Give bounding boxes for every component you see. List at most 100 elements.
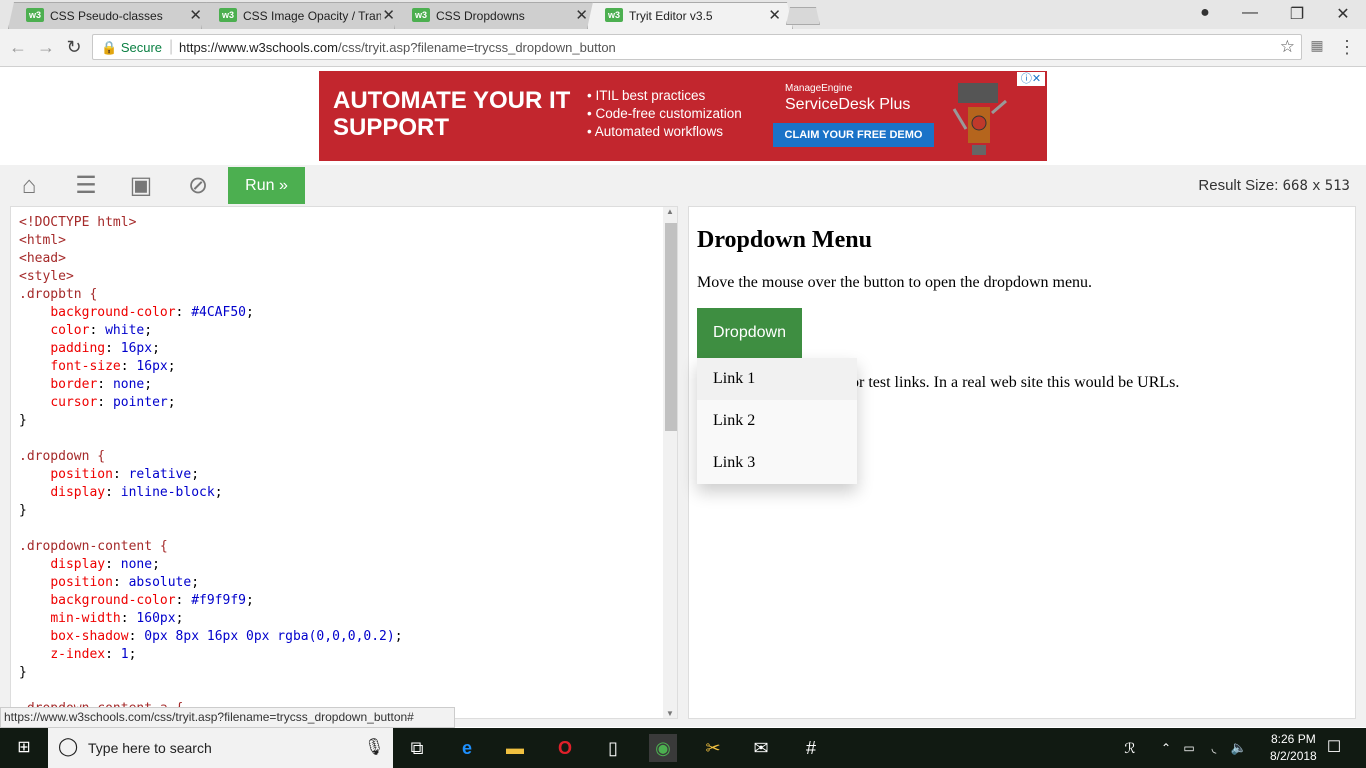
ad-cta-button[interactable]: CLAIM YOUR FREE DEMO <box>773 123 934 147</box>
code-line: <html> <box>19 233 66 248</box>
secure-badge[interactable]: 🔒 Secure <box>101 40 162 56</box>
code-text[interactable]: <!DOCTYPE html> <html> <head> <style> .dropb… <box>19 214 403 718</box>
w3schools-favicon-icon: w3 <box>26 8 44 22</box>
taskbar-search-box[interactable]: ◯ Type here to search 🎙 <box>48 728 393 768</box>
opera-browser-icon[interactable]: O <box>551 734 579 762</box>
mail-icon[interactable]: ✉ <box>747 734 775 762</box>
notepad-icon[interactable]: ▯ <box>599 734 627 762</box>
w3schools-favicon-icon: w3 <box>605 8 623 22</box>
result-pane: Dropdown Menu Move the mouse over the bu… <box>688 206 1356 719</box>
panels-area: <!DOCTYPE html> <html> <head> <style> .dropb… <box>0 205 1366 727</box>
code-line: padding: 16px; <box>50 341 160 356</box>
code-line: <!DOCTYPE html> <box>19 215 137 230</box>
code-editor[interactable]: <!DOCTYPE html> <html> <head> <style> .dropb… <box>10 206 678 719</box>
w3schools-favicon-icon: w3 <box>219 8 237 22</box>
new-tab-button[interactable] <box>786 7 820 25</box>
tab-title: CSS Dropdowns <box>436 9 525 23</box>
code-line: .dropdown { <box>19 449 106 464</box>
minimize-icon[interactable]: — <box>1240 4 1260 22</box>
omnibox[interactable]: 🔒 Secure | https://www.w3schools.com/css… <box>92 34 1302 60</box>
dropdown-link-1[interactable]: Link 1 <box>697 358 857 400</box>
address-bar: ← → ↻ 🔒 Secure | https://www.w3schools.c… <box>0 29 1366 67</box>
tools-app-icon[interactable]: ✂ <box>699 734 727 762</box>
profile-icon[interactable]: ● <box>1195 4 1215 22</box>
tab-strip: w3 CSS Pseudo-classes ✕ w3 CSS Image Opa… <box>0 0 1366 29</box>
w3schools-favicon-icon: w3 <box>412 8 430 22</box>
taskbar-clock[interactable]: 8:26 PM 8/2/2018 <box>1270 731 1317 765</box>
rotate-layout-icon[interactable]: ⊘ <box>183 171 213 201</box>
edge-browser-icon[interactable]: e <box>453 734 481 762</box>
menu-icon[interactable]: ☰ <box>71 171 101 201</box>
bookmark-star-icon[interactable]: ☆ <box>1280 37 1295 57</box>
code-line: border: none; <box>50 377 153 392</box>
dropdown-link-2[interactable]: Link 2 <box>697 400 857 442</box>
result-intro: Move the mouse over the button to open t… <box>697 274 1093 291</box>
tab-title: Tryit Editor v3.5 <box>629 9 713 23</box>
maximize-icon[interactable]: ❐ <box>1287 4 1307 24</box>
code-line: background-color: #4CAF50; <box>50 305 254 320</box>
result-size: Result Size: 668 x 513 <box>1198 177 1350 194</box>
forward-icon[interactable]: → <box>35 37 57 58</box>
tab-css-dropdowns[interactable]: w3 CSS Dropdowns ✕ <box>394 2 600 29</box>
wifi-icon[interactable]: ◟ <box>1200 734 1228 762</box>
tab-tryit-editor[interactable]: w3 Tryit Editor v3.5 ✕ <box>587 2 793 29</box>
editor-scrollbar[interactable]: ▲ ▼ <box>663 207 677 718</box>
tab-css-pseudo-classes[interactable]: w3 CSS Pseudo-classes ✕ <box>8 2 214 29</box>
windows-start-icon[interactable]: ⊞ <box>10 734 38 762</box>
code-line: <style> <box>19 269 74 284</box>
slack-icon[interactable]: # <box>797 734 825 762</box>
dropdown-button[interactable]: Dropdown <box>697 308 802 358</box>
scroll-up-icon[interactable]: ▲ <box>666 207 674 216</box>
microphone-icon[interactable]: 🎙 <box>364 737 384 757</box>
code-line: <head> <box>19 251 66 266</box>
home-icon[interactable]: ⌂ <box>14 171 44 201</box>
code-line: background-color: #f9f9f9; <box>50 593 254 608</box>
ad-headline: AUTOMATE YOUR IT SUPPORT <box>333 87 571 141</box>
code-line: box-shadow: 0px 8px 16px 0px rgba(0,0,0,… <box>50 629 403 644</box>
back-icon[interactable]: ← <box>7 37 29 58</box>
tab-css-image-opacity[interactable]: w3 CSS Image Opacity / Tran ✕ <box>201 2 407 29</box>
code-line: .dropdown-content { <box>19 539 168 554</box>
search-placeholder: Type here to search <box>88 740 212 756</box>
menu-dots-icon[interactable]: ⋮ <box>1336 37 1358 58</box>
code-line: display: none; <box>50 557 160 572</box>
robot-illustration-icon <box>952 83 1007 155</box>
code-line: position: relative; <box>50 467 200 482</box>
ad-bullets: • ITIL best practices • Code-free custom… <box>587 88 742 139</box>
task-view-icon[interactable]: ⧉ <box>403 734 431 762</box>
result-note: or test links. In a real web site this w… <box>851 374 1180 391</box>
people-icon[interactable]: ℛ <box>1116 734 1144 762</box>
dropdown-link-3[interactable]: Link 3 <box>697 442 857 484</box>
save-icon[interactable]: ▣ <box>126 171 156 201</box>
close-window-icon[interactable]: ✕ <box>1333 4 1353 24</box>
file-explorer-icon[interactable]: ▬ <box>501 734 529 762</box>
editor-scroll-thumb[interactable] <box>665 223 677 431</box>
chrome-browser-icon[interactable]: ◉ <box>649 734 677 762</box>
code-line: cursor: pointer; <box>50 395 176 410</box>
lock-icon: 🔒 <box>101 40 118 55</box>
status-bar-url: https://www.w3schools.com/css/tryit.asp?… <box>0 707 455 728</box>
reload-icon[interactable]: ↻ <box>63 37 85 58</box>
url-text[interactable]: https://www.w3schools.com/css/tryit.asp?… <box>179 40 616 55</box>
volume-icon[interactable]: 🔈 <box>1225 734 1253 762</box>
extension-icon[interactable]: ▦ <box>1306 37 1328 54</box>
code-line: } <box>19 665 27 680</box>
code-line: } <box>19 413 27 428</box>
cortana-circle-icon: ◯ <box>58 736 79 756</box>
ad-brand: ManageEngine <box>785 83 853 94</box>
run-button[interactable]: Run » <box>228 167 305 204</box>
code-line: color: white; <box>50 323 153 338</box>
ad-close-icon[interactable]: ⓘ✕ <box>1017 72 1045 86</box>
result-heading: Dropdown Menu <box>697 227 872 253</box>
code-line: display: inline-block; <box>50 485 223 500</box>
tryit-toolbar: ⌂ ☰ ▣ ⊘ Run » Result Size: 668 x 513 <box>0 165 1366 205</box>
code-line: .dropbtn { <box>19 287 98 302</box>
advertisement-banner[interactable]: AUTOMATE YOUR IT SUPPORT • ITIL best pra… <box>319 71 1047 161</box>
close-tab-icon[interactable]: ✕ <box>768 6 781 24</box>
action-center-icon[interactable]: ☐ <box>1320 734 1348 762</box>
battery-icon[interactable]: ▭ <box>1175 734 1203 762</box>
scroll-down-icon[interactable]: ▼ <box>666 709 674 718</box>
